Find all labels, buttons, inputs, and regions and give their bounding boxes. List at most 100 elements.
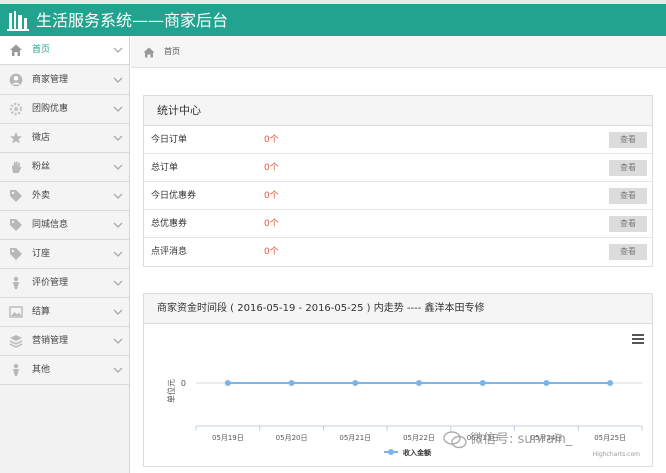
- app-header: 生活服务系统——商家后台: [0, 0, 666, 36]
- stat-row: 今日优惠券 0个 查看: [144, 182, 654, 210]
- sidebar-item-label: 首页: [32, 45, 51, 55]
- sidebar-item-fans[interactable]: 粉丝: [0, 153, 129, 182]
- stat-row: 总优惠券 0个 查看: [144, 210, 654, 238]
- view-button[interactable]: 查看: [609, 216, 647, 232]
- stat-label: 今日订单: [151, 135, 188, 145]
- x-tick-label: 05月22日: [403, 434, 435, 442]
- logo-icon: [7, 11, 29, 31]
- stack-icon: [9, 335, 23, 348]
- data-point: [607, 380, 614, 386]
- image-icon: [9, 306, 23, 318]
- legend-label: 收入金额: [403, 448, 431, 457]
- breadcrumb: 首页: [131, 36, 666, 68]
- person-icon: [13, 363, 19, 376]
- chevron-down-icon: [113, 222, 123, 228]
- data-point: [416, 380, 422, 386]
- stats-panel-title: 统计中心: [157, 104, 201, 117]
- sidebar-item-local-info[interactable]: 同城信息: [0, 211, 129, 240]
- trend-panel: 商家资金时间段 ( 2016-05-19 - 2016-05-25 ) 内走势 …: [143, 293, 653, 467]
- sidebar-item-group-deals[interactable]: 团购优惠: [0, 95, 129, 124]
- stat-label: 总优惠券: [151, 219, 188, 229]
- watermark-text: 微信号: sunrain_: [470, 432, 573, 447]
- sidebar-item-label: 团购优惠: [32, 104, 69, 114]
- user-icon: [9, 73, 23, 87]
- sidebar-item-label: 商家管理: [32, 75, 69, 85]
- sidebar-item-takeout[interactable]: 外卖: [0, 182, 129, 211]
- chevron-down-icon: [113, 135, 123, 141]
- stat-value: 0个: [264, 219, 279, 229]
- chevron-down-icon: [113, 309, 123, 315]
- legend-marker: [388, 449, 394, 455]
- gear-icon: [9, 102, 23, 116]
- star-icon: [10, 132, 22, 144]
- view-button[interactable]: 查看: [609, 244, 647, 260]
- sidebar-item-label: 同城信息: [32, 220, 69, 230]
- view-button[interactable]: 查看: [609, 160, 647, 176]
- sidebar-item-label: 评价管理: [32, 278, 69, 288]
- wechat-icon: [443, 431, 467, 449]
- stat-label: 总订单: [151, 163, 179, 173]
- y-tick-label: 0: [181, 379, 186, 388]
- tag-icon: [10, 219, 22, 231]
- app-title: 生活服务系统——商家后台: [36, 11, 229, 30]
- sidebar-item-label: 外卖: [32, 191, 51, 201]
- chevron-down-icon: [113, 47, 123, 53]
- x-tick-label: 05月25日: [594, 434, 626, 442]
- tag-icon: [10, 190, 22, 202]
- sidebar-item-label: 结算: [32, 307, 51, 317]
- sidebar-item-settlement[interactable]: 结算: [0, 298, 129, 327]
- home-icon: [10, 44, 22, 56]
- stat-value: 0个: [264, 135, 279, 145]
- stat-value: 0个: [264, 191, 279, 201]
- stats-list: 今日订单 0个 查看 总订单 0个 查看 今日优惠券 0个 查看 总优惠券 0个…: [144, 126, 654, 267]
- data-point: [288, 380, 295, 386]
- sidebar-item-home[interactable]: 首页: [0, 36, 129, 65]
- trend-panel-title: 商家资金时间段 ( 2016-05-19 - 2016-05-25 ) 内走势 …: [157, 303, 485, 314]
- sidebar-item-other[interactable]: 其他: [0, 356, 129, 385]
- tag-icon: [10, 248, 22, 260]
- sidebar-item-label: 微店: [32, 133, 51, 143]
- stat-row: 总订单 0个 查看: [144, 154, 654, 182]
- chevron-down-icon: [113, 164, 123, 170]
- x-tick-label: 05月19日: [212, 434, 244, 442]
- sidebar-item-label: 粉丝: [32, 162, 51, 172]
- data-point: [352, 380, 359, 386]
- stat-value: 0个: [264, 163, 279, 173]
- sidebar-item-merchant[interactable]: 商家管理: [0, 66, 129, 95]
- y-axis-label: 单位元: [166, 379, 176, 403]
- stats-panel: 统计中心 今日订单 0个 查看 总订单 0个 查看 今日优惠券 0个 查看 总优…: [143, 95, 654, 267]
- data-point: [224, 380, 231, 386]
- chevron-down-icon: [113, 251, 123, 257]
- home-icon[interactable]: [143, 47, 155, 58]
- sidebar: 首页 商家管理 团购优惠 微店 粉丝 外卖 同城信息 订座 评价管理 结算 营销…: [0, 36, 130, 473]
- chevron-down-icon: [113, 106, 123, 112]
- data-point: [543, 380, 550, 386]
- stats-panel-header: 统计中心: [144, 96, 652, 126]
- trend-panel-header: 商家资金时间段 ( 2016-05-19 - 2016-05-25 ) 内走势 …: [144, 294, 652, 324]
- chevron-down-icon: [113, 280, 123, 286]
- hand-icon: [12, 161, 22, 173]
- sidebar-item-label: 订座: [32, 249, 51, 259]
- stat-row: 点评消息 0个 查看: [144, 238, 654, 266]
- sidebar-item-label: 其他: [32, 365, 51, 375]
- chevron-down-icon: [113, 367, 123, 373]
- chevron-down-icon: [113, 338, 123, 344]
- sidebar-item-reviews[interactable]: 评价管理: [0, 269, 129, 298]
- sidebar-item-marketing[interactable]: 营销管理: [0, 327, 129, 356]
- view-button[interactable]: 查看: [609, 188, 647, 204]
- breadcrumb-current[interactable]: 首页: [164, 36, 180, 68]
- x-tick-label: 05月21日: [339, 434, 371, 442]
- chevron-down-icon: [113, 193, 123, 199]
- stat-label: 点评消息: [151, 247, 188, 257]
- x-tick-label: 05月20日: [276, 434, 308, 442]
- chevron-down-icon: [113, 77, 123, 83]
- data-point: [479, 380, 486, 386]
- person-icon: [13, 276, 19, 289]
- sidebar-item-label: 营销管理: [32, 336, 69, 346]
- sidebar-item-micro-shop[interactable]: 微店: [0, 124, 129, 153]
- sidebar-item-reservation[interactable]: 订座: [0, 240, 129, 269]
- stat-label: 今日优惠券: [151, 191, 197, 201]
- stat-value: 0个: [264, 247, 279, 257]
- view-button[interactable]: 查看: [609, 132, 647, 148]
- chart-credits[interactable]: Highcharts.com: [593, 451, 640, 458]
